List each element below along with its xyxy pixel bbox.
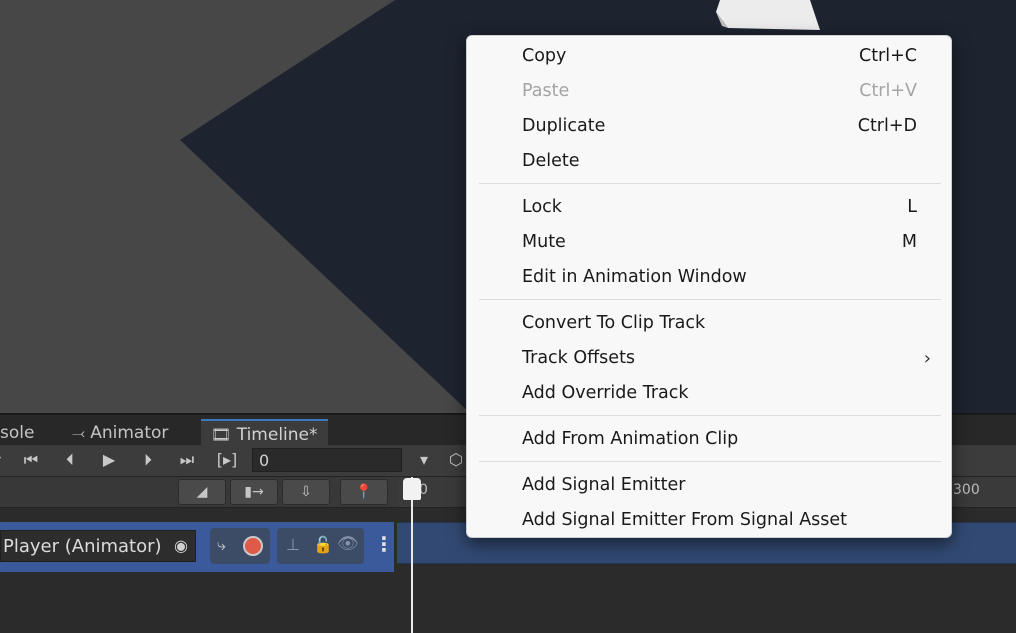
menu-item-label: Mute [522,232,566,252]
target-icon[interactable]: ◉ [174,536,188,555]
menu-item-duplicate[interactable]: Duplicate Ctrl+D [467,110,951,145]
menu-item-label: Edit in Animation Window [522,267,747,287]
menu-separator [479,299,941,300]
skip-to-start-button[interactable]: ⏮ [14,447,48,473]
pin-icon[interactable]: 📍 [340,479,388,505]
cube-icon[interactable]: ⬡ [446,447,466,473]
menu-item-label: Add From Animation Clip [522,429,739,449]
menu-item-label: Add Signal Emitter [522,475,686,495]
menu-item-lock[interactable]: Lock L [467,191,951,226]
ripple-mode-button[interactable]: ▮→ [230,479,278,505]
menu-item-label: Lock [522,197,562,217]
frame-format-dropdown[interactable]: ▾ [407,447,441,473]
menu-item-shortcut: L [907,197,917,217]
film-icon: 🎞 [211,425,232,444]
menu-item-shortcut: Ctrl+V [859,81,917,101]
replace-mode-button[interactable]: ⇩ [282,479,330,505]
play-range-button[interactable]: [▸] [210,447,244,473]
chevron-right-icon: › [923,348,931,369]
chevron-down-icon[interactable]: ▾ [0,447,14,473]
playhead-line [411,477,413,633]
menu-item-label: Duplicate [522,116,606,136]
more-options-icon[interactable]: ⋮ [374,532,394,556]
menu-item-add-from-animation-clip[interactable]: Add From Animation Clip [467,423,951,458]
next-frame-button[interactable]: ⏵ [131,447,165,473]
tab-animator[interactable]: ⤙ Animator [72,419,168,447]
eye-icon[interactable]: 👁 [337,534,359,554]
menu-item-edit-in-animation-window[interactable]: Edit in Animation Window [467,261,951,296]
tab-console[interactable]: sole [0,419,34,447]
menu-item-label: Track Offsets [522,348,636,368]
play-button[interactable]: ▶ [92,447,126,473]
track-header-player[interactable]: Player (Animator) ◉ ⤷ ⊥ 🔓 👁 ⋮ [0,522,394,572]
menu-item-label: Paste [522,81,570,101]
track-name-label: Player (Animator) [3,536,162,557]
menu-item-add-signal-emitter[interactable]: Add Signal Emitter [467,469,951,504]
menu-separator [479,415,941,416]
ease-clip-button[interactable]: ◢ [178,479,226,505]
record-button[interactable] [243,536,263,556]
curve-icon[interactable]: ⤷ [217,535,226,555]
lock-icon[interactable]: 🔓 [313,535,333,554]
track-binding-field[interactable]: Player (Animator) [0,530,196,562]
menu-item-mute[interactable]: Mute M [467,226,951,261]
tab-timeline-label: Timeline* [236,425,318,445]
menu-item-shortcut: M [901,232,917,252]
current-frame-field[interactable]: 0 [252,448,402,472]
menu-item-paste: Paste Ctrl+V [467,75,951,110]
record-controls: ⤷ [210,528,270,564]
animator-icon: ⤙ [72,423,85,442]
playhead-handle[interactable] [403,478,421,500]
menu-item-label: Convert To Clip Track [522,313,706,333]
previous-frame-button[interactable]: ⏴ [53,447,87,473]
ruler-label-300: 300 [953,482,980,498]
menu-item-shortcut: Ctrl+C [858,46,917,66]
track-state-controls: ⊥ 🔓 👁 [277,528,364,564]
menu-separator [479,183,941,184]
tab-timeline[interactable]: 🎞 Timeline* [201,419,328,447]
menu-item-add-override-track[interactable]: Add Override Track [467,377,951,412]
menu-item-track-offsets[interactable]: Track Offsets › [467,342,951,377]
menu-item-label: Copy [522,46,567,66]
tab-console-label: sole [0,423,35,443]
menu-item-label: Delete [522,151,580,171]
menu-item-add-signal-emitter-from-asset[interactable]: Add Signal Emitter From Signal Asset [467,504,951,539]
menu-item-label: Add Signal Emitter From Signal Asset [522,510,848,530]
menu-item-convert-to-clip-track[interactable]: Convert To Clip Track [467,307,951,342]
menu-item-copy[interactable]: Copy Ctrl+C [467,40,951,75]
menu-separator [479,461,941,462]
menu-item-label: Add Override Track [522,383,689,403]
context-menu: Copy Ctrl+C Paste Ctrl+V Duplicate Ctrl+… [466,35,952,538]
pin-icon[interactable]: ⊥ [286,535,300,554]
tab-animator-label: Animator [90,423,169,443]
skip-to-end-button[interactable]: ⏭ [170,447,204,473]
menu-item-shortcut: Ctrl+D [857,116,917,136]
menu-item-delete[interactable]: Delete [467,145,951,180]
